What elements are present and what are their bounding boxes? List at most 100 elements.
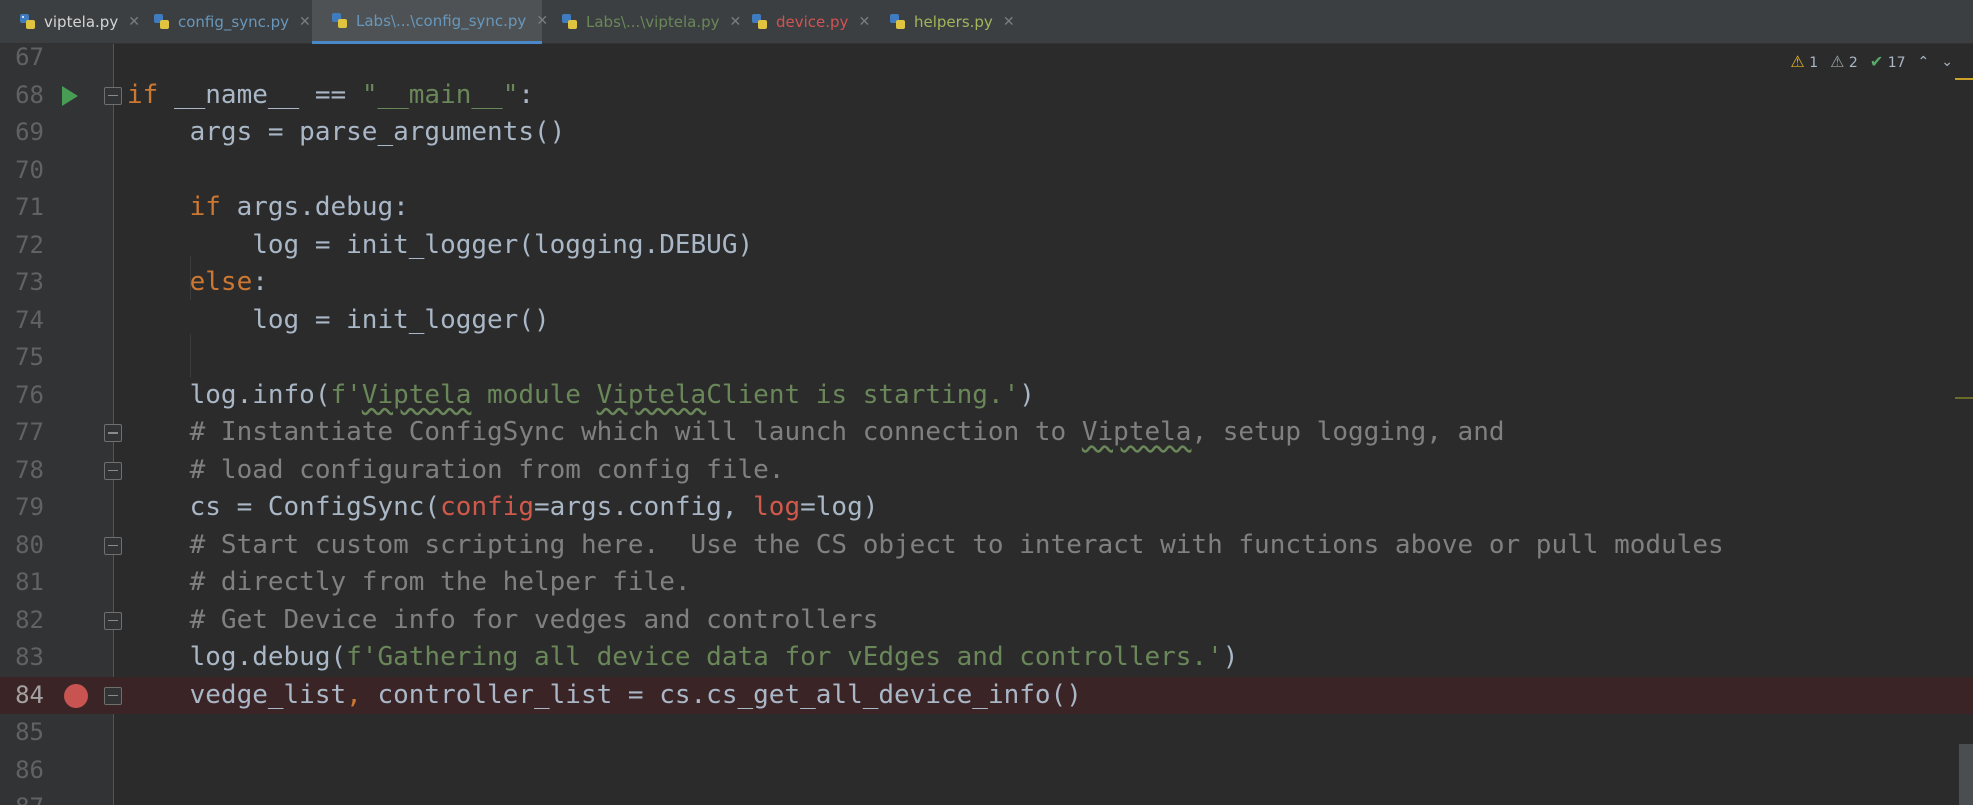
code-line[interactable]: 78 # load configuration from config file… <box>0 452 1973 490</box>
fold-end-icon[interactable] <box>104 686 122 705</box>
code-text: # load configuration from config file. <box>127 454 785 485</box>
tab-labs-viptela[interactable]: Labs\...\viptela.py ✕ <box>542 0 741 44</box>
line-number: 81 <box>15 568 44 596</box>
vertical-scrollbar[interactable] <box>1955 44 1973 805</box>
inspection-widget[interactable]: ⚠ 1 ⚠ 2 ✔ 17 ⌃ ⌄ <box>1790 52 1953 71</box>
tab-device[interactable]: device.py ✕ <box>732 0 870 44</box>
close-icon[interactable]: ✕ <box>1003 14 1015 30</box>
warning-icon: ⚠ <box>1790 52 1805 71</box>
tab-config-sync[interactable]: config_sync.py ✕ <box>134 0 311 44</box>
line-number: 80 <box>15 530 44 559</box>
fold-icon[interactable] <box>104 424 122 442</box>
code-text: # directly from the helper file. <box>127 567 691 597</box>
code-text: log = init_logger() <box>127 304 550 335</box>
code-line[interactable]: 80 # Start custom scripting here. Use th… <box>0 527 1973 565</box>
editor-tab-bar: viptela.py ✕ config_sync.py ✕ Labs\...\c… <box>0 0 1973 44</box>
line-number: 86 <box>15 755 44 784</box>
tab-labs-config-sync[interactable]: Labs\...\config_sync.py ✕ <box>312 0 548 44</box>
tab-label: viptela.py <box>44 13 119 31</box>
code-editor[interactable]: 67 68 if __name__ == "__main__": 69 args… <box>0 43 1973 805</box>
code-text: # Instantiate ConfigSync which will laun… <box>127 417 1505 447</box>
line-number: 70 <box>15 155 44 184</box>
close-icon[interactable]: ✕ <box>299 14 311 30</box>
typo-count[interactable]: ✔ 17 <box>1870 52 1906 71</box>
fold-icon[interactable] <box>104 86 122 105</box>
weak-warning-count[interactable]: ⚠ 2 <box>1830 52 1858 71</box>
code-text: args = parse_arguments() <box>127 117 566 147</box>
code-line[interactable]: 70 <box>0 152 1973 190</box>
line-number: 77 <box>15 418 44 446</box>
code-text: if args.debug: <box>189 192 409 222</box>
code-line[interactable]: 85 <box>0 714 1973 752</box>
code-text: log = init_logger(logging.DEBUG) <box>127 229 754 260</box>
fold-icon[interactable] <box>104 536 122 555</box>
python-file-icon <box>152 12 172 32</box>
tab-label: Labs\...\config_sync.py <box>356 11 527 30</box>
code-line[interactable]: 87 <box>0 789 1973 805</box>
code-text: if __name__ == "__main__": <box>127 79 535 110</box>
code-text: log.info(f'Viptela module ViptelaClient … <box>127 379 1035 410</box>
tab-viptela[interactable]: viptela.py ✕ <box>0 0 140 44</box>
fold-end-icon[interactable] <box>104 461 122 480</box>
code-line[interactable]: 79 cs = ConfigSync(config=args.config, l… <box>0 489 1973 527</box>
python-file-icon <box>560 12 580 32</box>
tab-helpers[interactable]: helpers.py ✕ <box>870 0 1015 44</box>
line-number: 87 <box>0 789 44 805</box>
typo-marker[interactable] <box>1955 397 1973 399</box>
python-file-icon <box>888 12 908 32</box>
line-number: 79 <box>15 493 44 521</box>
line-number: 76 <box>15 380 44 409</box>
code-line[interactable]: 69 args = parse_arguments() <box>0 114 1973 152</box>
code-line[interactable]: 67 <box>0 39 1973 77</box>
code-line[interactable]: 76 log.info(f'Viptela module ViptelaClie… <box>0 377 1973 415</box>
run-icon[interactable] <box>62 85 78 106</box>
code-line[interactable]: 82 # Get Device info for vedges and cont… <box>0 602 1973 640</box>
breakpoint-icon[interactable] <box>64 683 88 708</box>
code-text: cs = ConfigSync(config=args.config, log=… <box>127 492 879 522</box>
code-text: # Start custom scripting here. Use the C… <box>127 529 1724 560</box>
fold-end-icon[interactable] <box>104 611 122 630</box>
line-number: 71 <box>15 193 44 221</box>
tab-label: helpers.py <box>914 13 993 31</box>
line-number: 85 <box>15 718 44 746</box>
code-line[interactable]: 71 if args.debug: <box>0 189 1973 227</box>
code-line[interactable]: 77 # Instantiate ConfigSync which will l… <box>0 414 1973 452</box>
code-text: vedge_list, controller_list = cs.cs_get_… <box>127 679 1082 710</box>
line-number: 82 <box>15 605 44 634</box>
python-file-icon <box>330 11 350 31</box>
code-line[interactable]: 86 <box>0 752 1973 790</box>
tab-label: config_sync.py <box>178 13 290 31</box>
line-number: 84 <box>15 680 44 709</box>
tab-label: device.py <box>776 13 849 31</box>
python-file-icon <box>750 12 770 32</box>
code-line[interactable]: 72 log = init_logger(logging.DEBUG) <box>0 227 1973 265</box>
code-line[interactable]: 81 # directly from the helper file. <box>0 564 1973 602</box>
code-text: # Get Device info for vedges and control… <box>127 604 879 635</box>
code-line[interactable]: 73 else: <box>0 264 1973 302</box>
code-line[interactable]: 75 <box>0 339 1973 377</box>
python-file-icon <box>18 12 38 32</box>
warning-marker[interactable] <box>1955 78 1973 80</box>
line-number: 83 <box>15 643 44 671</box>
weak-warning-icon: ⚠ <box>1830 52 1845 71</box>
line-number: 73 <box>15 268 44 296</box>
close-icon[interactable]: ✕ <box>858 14 870 30</box>
line-number: 68 <box>15 80 44 109</box>
code-line[interactable]: 83 log.debug(f'Gathering all device data… <box>0 639 1973 677</box>
scrollbar-thumb[interactable] <box>1959 744 1973 805</box>
line-number: 72 <box>15 230 44 259</box>
code-line[interactable]: 74 log = init_logger() <box>0 302 1973 340</box>
code-text: log.debug(f'Gathering all device data fo… <box>127 642 1239 672</box>
code-line[interactable]: 68 if __name__ == "__main__": <box>0 77 1973 115</box>
warning-count[interactable]: ⚠ 1 <box>1790 52 1818 71</box>
line-number: 69 <box>15 118 44 146</box>
code-text: else: <box>189 267 268 297</box>
line-number: 75 <box>15 343 44 371</box>
line-number: 78 <box>15 455 44 484</box>
next-highlight-icon[interactable]: ⌄ <box>1941 54 1953 70</box>
typo-check-icon: ✔ <box>1869 52 1884 71</box>
code-line-breakpoint[interactable]: 84 vedge_list, controller_list = cs.cs_g… <box>0 676 1973 714</box>
line-number: 67 <box>15 43 44 71</box>
previous-highlight-icon[interactable]: ⌃ <box>1918 54 1930 70</box>
tab-label: Labs\...\viptela.py <box>586 13 720 31</box>
